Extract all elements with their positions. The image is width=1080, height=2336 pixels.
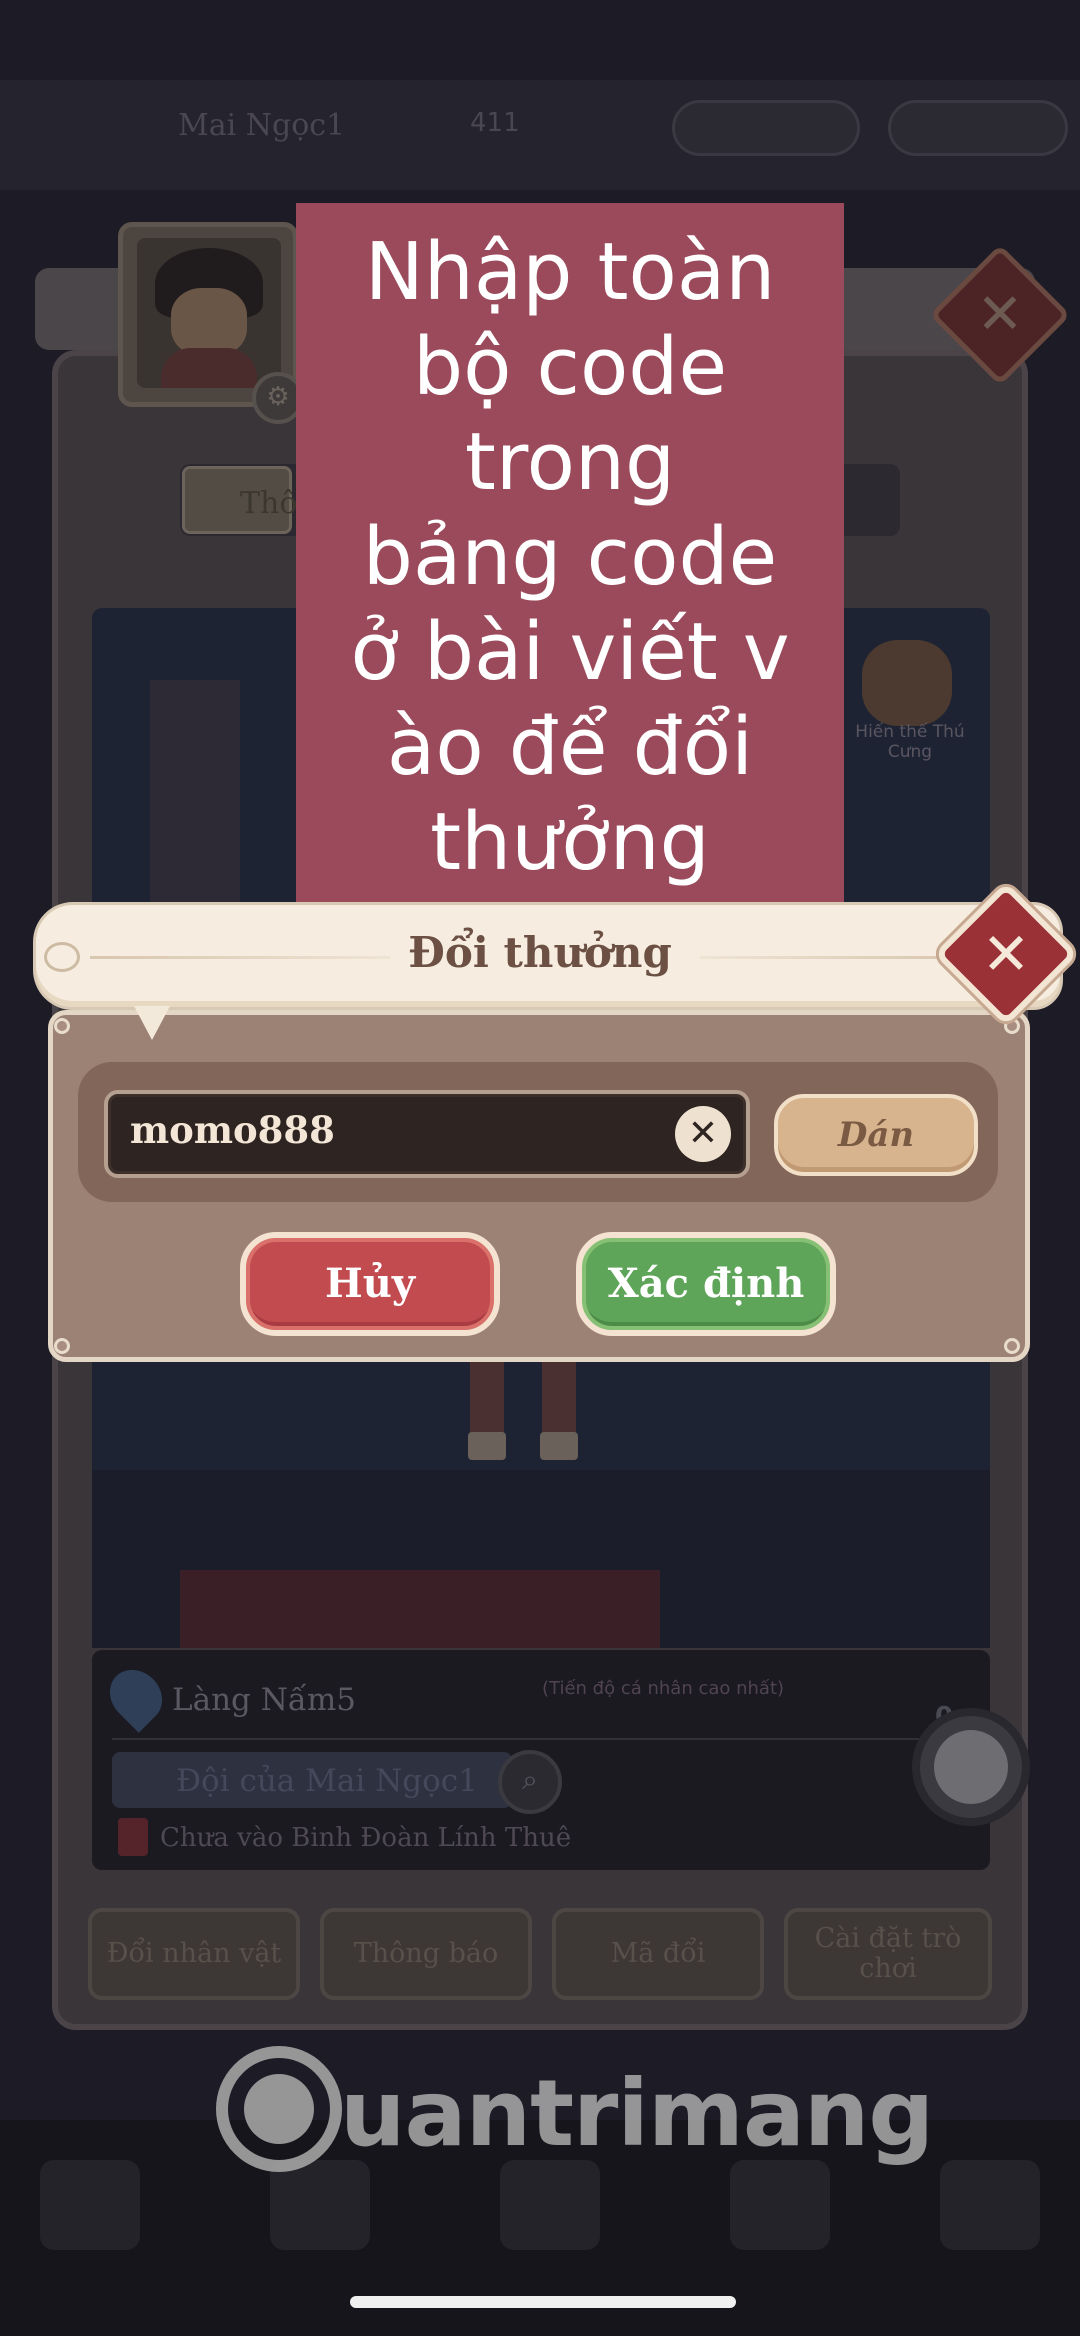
avatar[interactable] <box>137 238 281 388</box>
redeem-code-button[interactable]: Mã đổi <box>552 1908 764 2000</box>
confirm-button[interactable]: Xác định <box>576 1232 836 1336</box>
close-icon: ✕ <box>976 282 1024 347</box>
guild-status: Chưa vào Binh Đoàn Lính Thuê <box>160 1823 572 1853</box>
paste-button[interactable]: Dán <box>774 1094 978 1176</box>
nav-item[interactable] <box>940 2160 1040 2250</box>
info-divider <box>112 1738 972 1740</box>
currency-pill <box>672 100 860 156</box>
dialog-corner-ornament <box>54 1338 70 1354</box>
player-level: 411 <box>470 108 520 138</box>
joystick-knob[interactable] <box>934 1730 1008 1804</box>
location-label: Làng Nấm5 <box>172 1682 356 1718</box>
change-character-button[interactable]: Đổi nhân vật <box>88 1908 300 2000</box>
clear-icon[interactable]: ✕ <box>675 1106 731 1162</box>
search-icon[interactable]: ⌕ <box>498 1750 562 1814</box>
notifications-button[interactable]: Thông báo <box>320 1908 532 2000</box>
cancel-button[interactable]: Hủy <box>240 1232 500 1336</box>
scene-carpet <box>180 1570 660 1648</box>
pet-label: Hiến thế Thú Cưng <box>855 722 965 762</box>
dialog-pointer <box>134 1006 170 1040</box>
pet-icon[interactable] <box>862 640 952 726</box>
watermark-text: uantrimang <box>340 2060 934 2167</box>
scene-door <box>150 680 240 920</box>
instruction-text: Nhập toàn bộ code trong bảng code ở bài … <box>350 226 790 888</box>
dialog-title: Đổi thưởng <box>408 928 672 977</box>
home-indicator[interactable] <box>350 2296 736 2308</box>
profile-tab-label: Thô <box>240 486 298 521</box>
player-name: Mai Ngọc1 <box>178 108 346 143</box>
code-input-value[interactable]: momo888 <box>130 1108 335 1152</box>
progress-note: (Tiến độ cá nhân cao nhất) <box>542 1678 785 1699</box>
nav-item[interactable] <box>500 2160 600 2250</box>
game-settings-button[interactable]: Cài đặt trò chơi <box>784 1908 992 2000</box>
close-icon[interactable]: ✕ <box>955 903 1057 1005</box>
nav-item[interactable] <box>270 2160 370 2250</box>
team-name: Đội của Mai Ngọc1 <box>176 1763 478 1799</box>
nav-item[interactable] <box>40 2160 140 2250</box>
dialog-corner-ornament <box>1004 1338 1020 1354</box>
guild-icon <box>118 1818 148 1856</box>
currency-pill <box>888 100 1068 156</box>
watermark-bulb <box>244 2074 314 2144</box>
nav-item[interactable] <box>730 2160 830 2250</box>
header-ornament <box>44 942 80 972</box>
dialog-corner-ornament <box>54 1018 70 1034</box>
